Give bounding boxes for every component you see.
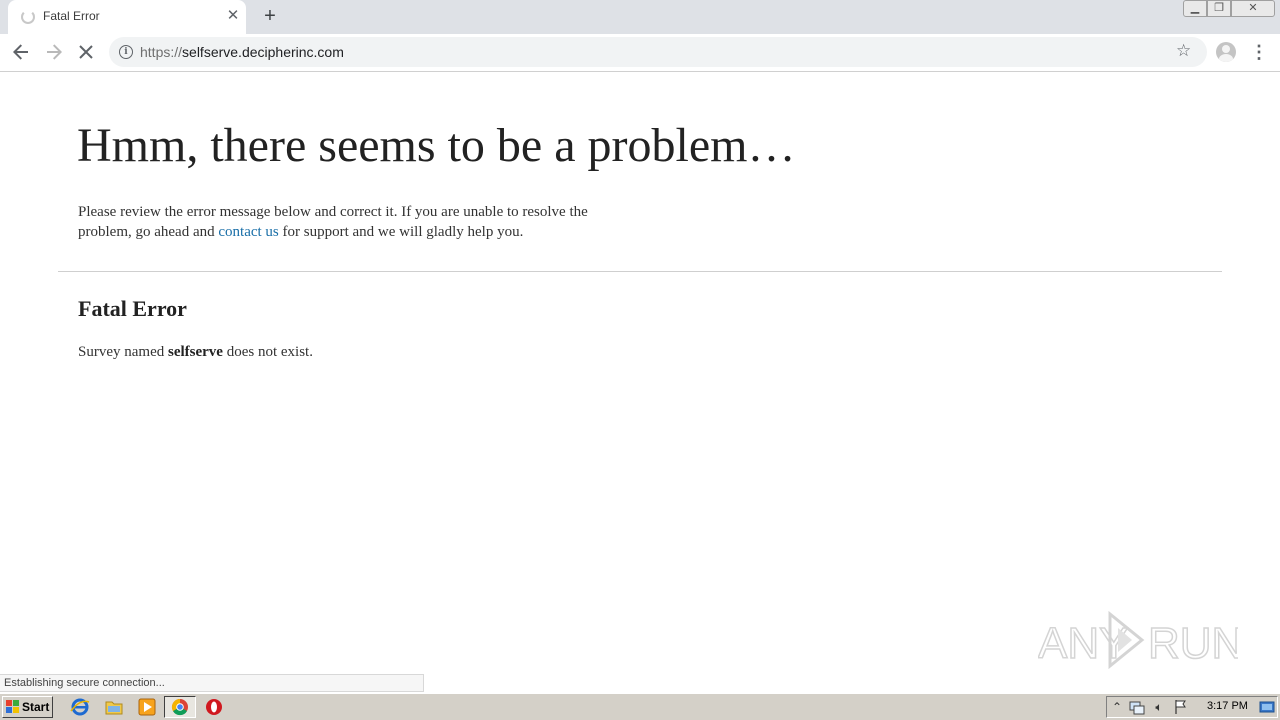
intro-text-after: for support and we will gladly help you. [278,224,524,240]
ie-icon[interactable] [70,697,90,717]
new-tab-button[interactable]: + [258,4,282,28]
back-button[interactable] [9,40,33,64]
network-icon[interactable] [1129,699,1145,715]
error-title: Fatal Error [78,296,187,321]
window-minimize-button[interactable]: ▁ [1183,0,1207,17]
windows-logo-icon [6,700,19,713]
divider [58,271,1222,272]
address-bar[interactable]: i https://selfserve.decipherinc.com ☆ [109,37,1207,67]
start-button[interactable]: Start [2,696,53,718]
kebab-menu-icon[interactable]: ⋮ [1250,40,1268,64]
error-text-after: does not exist. [222,344,313,360]
folder-icon[interactable] [104,697,124,717]
forward-button[interactable] [42,40,66,64]
stop-icon [79,45,93,59]
star-icon[interactable]: ☆ [1176,41,1191,61]
intro-paragraph: Please review the error message below an… [78,202,588,242]
loading-spinner-icon [21,10,35,24]
profile-avatar-icon[interactable] [1216,42,1236,62]
show-desktop-icon[interactable] [1259,699,1275,715]
error-text-before: Survey named [78,344,168,360]
windows-taskbar: Start ⌃ 🔈︎ 3:17 PM [0,693,1280,720]
url-scheme: https:// [140,44,183,60]
status-bubble: Establishing secure connection... [0,674,424,692]
info-icon[interactable]: i [119,45,133,59]
svg-text:RUN: RUN [1148,619,1238,668]
anyrun-watermark-logo: ANY RUN [1038,610,1238,670]
contact-us-link[interactable]: contact us [218,224,278,240]
window-close-button[interactable]: ✕ [1231,0,1275,17]
url-host: selfserve.decipherinc.com [182,44,344,60]
back-arrow-icon [13,44,28,60]
error-message: Survey named selfserve does not exist. [78,344,313,361]
page-content: Hmm, there seems to be a problem… Please… [0,72,1280,672]
flag-icon[interactable] [1173,699,1189,715]
tab-title: Fatal Error [43,9,100,23]
url-text[interactable]: https://selfserve.decipherinc.com [140,44,344,60]
chrome-taskbar-button[interactable] [164,696,196,718]
window-restore-button[interactable]: ❐ [1207,0,1231,17]
page-headline: Hmm, there seems to be a problem… [77,119,796,172]
forward-arrow-icon [47,44,62,60]
system-tray: ⌃ 🔈︎ 3:17 PM [1106,696,1278,718]
clock[interactable]: 3:17 PM [1207,700,1248,712]
tab-strip: Fatal Error ✕ + ▁ ❐ ✕ [0,0,1280,34]
browser-tab[interactable]: Fatal Error ✕ [8,0,246,34]
start-label: Start [22,700,50,714]
opera-icon[interactable] [204,697,224,717]
survey-name: selfserve [167,344,223,360]
browser-toolbar: i https://selfserve.decipherinc.com ☆ [0,34,1280,72]
stop-button[interactable] [74,40,98,64]
chrome-icon [171,698,188,716]
show-hidden-icons-icon[interactable]: ⌃ [1109,699,1125,715]
media-player-icon[interactable] [137,697,157,717]
volume-icon[interactable]: 🔈︎ [1151,699,1167,715]
tab-close-button[interactable]: ✕ [224,6,242,26]
